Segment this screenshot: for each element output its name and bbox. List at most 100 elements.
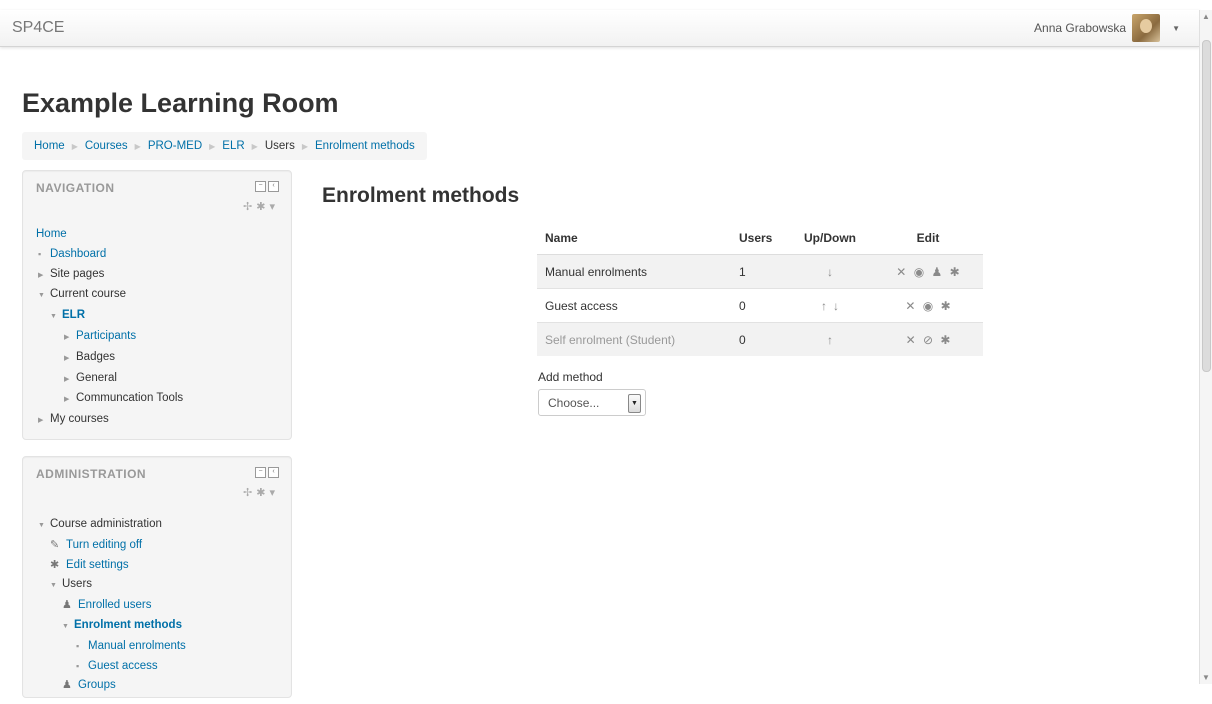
admin-item-enrolled-users[interactable]: ♟ Enrolled users — [36, 596, 291, 616]
breadcrumb-course[interactable]: ELR — [222, 140, 244, 152]
collapse-icon[interactable]: ▼ — [38, 516, 50, 536]
table-row: Guest access 0 ↑ ↓ ✕ ◉ ✱ — [537, 288, 983, 323]
expand-icon[interactable]: ▶ — [64, 370, 76, 390]
breadcrumb-enrolment-methods[interactable]: Enrolment methods — [315, 140, 415, 152]
row-users: 1 — [731, 254, 787, 289]
nav-label-badges[interactable]: Badges — [76, 351, 115, 363]
admin-item-guest-access[interactable]: ▪ Guest access — [36, 657, 291, 677]
breadcrumb-category[interactable]: PRO-MED — [148, 140, 202, 152]
gear-icon[interactable]: ✱▾ — [256, 487, 279, 499]
navigation-block-title: NAVIGATION — [36, 181, 115, 195]
admin-item-groups[interactable]: ♟ Groups — [36, 676, 291, 696]
admin-link-groups[interactable]: Groups — [78, 679, 116, 691]
scroll-up-icon[interactable]: ▲ — [1202, 12, 1210, 21]
page-scrollbar[interactable]: ▲ ▼ — [1199, 10, 1212, 684]
eye-icon[interactable]: ◉ — [923, 299, 933, 313]
user-menu[interactable]: Anna Grabowska ▼ — [1034, 14, 1180, 42]
nav-item-site-pages[interactable]: ▶ Site pages — [36, 265, 291, 286]
nav-item-current-course[interactable]: ▼ Current course — [36, 285, 291, 306]
add-method-selected-value[interactable]: Choose... — [548, 396, 599, 410]
collapse-icon[interactable]: ▼ — [50, 576, 62, 596]
breadcrumb-courses[interactable]: Courses — [85, 140, 128, 152]
row-users: 0 — [731, 288, 787, 323]
add-method-select[interactable]: Choose... ▼ — [538, 389, 646, 416]
nav-link-home[interactable]: Home — [36, 228, 67, 240]
nav-label-general[interactable]: General — [76, 372, 117, 384]
nav-item-communication-tools[interactable]: ▶ Communcation Tools — [36, 389, 291, 410]
move-down-icon[interactable]: ↓ — [827, 265, 833, 279]
gear-icon[interactable]: ✱▾ — [256, 201, 279, 213]
admin-item-turn-editing-off[interactable]: ✎ Turn editing off — [36, 536, 291, 556]
bullet-icon: ▪ — [76, 640, 80, 651]
gear-icon[interactable]: ✱ — [940, 333, 950, 347]
administration-block-title: ADMINISTRATION — [36, 467, 147, 481]
admin-item-manual-enrolments[interactable]: ▪ Manual enrolments — [36, 637, 291, 657]
admin-item-course-administration[interactable]: ▼ Course administration — [36, 515, 291, 536]
nav-link-elr[interactable]: ELR — [62, 309, 85, 321]
expand-icon[interactable]: ▶ — [64, 390, 76, 410]
nav-item-home[interactable]: Home — [36, 225, 291, 245]
admin-item-enrolment-methods[interactable]: ▼ Enrolment methods — [36, 616, 291, 637]
dock-block-icon[interactable]: ‹ — [268, 181, 279, 192]
table-header-row: Name Users Up/Down Edit — [537, 222, 983, 255]
nav-label-site-pages[interactable]: Site pages — [50, 268, 104, 280]
page-title: Example Learning Room — [22, 88, 339, 118]
nav-item-elr[interactable]: ▼ ELR — [36, 306, 291, 327]
expand-icon[interactable]: ▶ — [64, 349, 76, 369]
delete-icon[interactable]: ✕ — [896, 265, 906, 279]
admin-label-course-administration[interactable]: Course administration — [50, 518, 162, 530]
nav-item-dashboard[interactable]: ▪ Dashboard — [36, 245, 291, 265]
scroll-down-icon[interactable]: ▼ — [1202, 673, 1210, 682]
admin-link-enrolment-methods[interactable]: Enrolment methods — [74, 619, 182, 631]
eye-icon[interactable]: ◉ — [914, 265, 924, 279]
nav-label-my-courses[interactable]: My courses — [50, 413, 109, 425]
enrol-users-icon[interactable]: ♟ — [932, 265, 943, 279]
expand-icon[interactable]: ▶ — [38, 266, 50, 286]
site-brand[interactable]: SP4CE — [12, 19, 64, 37]
nav-item-my-courses[interactable]: ▶ My courses — [36, 410, 291, 431]
admin-link-guest-access[interactable]: Guest access — [88, 660, 158, 672]
nav-item-badges[interactable]: ▶ Badges — [36, 348, 291, 369]
nav-label-communication-tools[interactable]: Communcation Tools — [76, 392, 183, 404]
breadcrumb: Home ▶ Courses ▶ PRO-MED ▶ ELR ▶ Users ▶… — [22, 132, 427, 160]
collapse-block-icon[interactable]: − — [255, 181, 266, 192]
move-down-icon[interactable]: ↓ — [833, 299, 839, 313]
collapse-block-icon[interactable]: − — [255, 467, 266, 478]
admin-label-users[interactable]: Users — [62, 578, 92, 590]
gear-icon[interactable]: ✱ — [941, 299, 951, 313]
user-name[interactable]: Anna Grabowska — [1034, 21, 1126, 35]
nav-item-participants[interactable]: ▶ Participants — [36, 327, 291, 348]
admin-link-manual-enrolments[interactable]: Manual enrolments — [88, 640, 186, 652]
move-up-icon[interactable]: ↑ — [821, 299, 827, 313]
user-menu-caret-icon[interactable]: ▼ — [1172, 24, 1180, 33]
move-icon[interactable]: ✢ — [243, 487, 256, 499]
admin-link-turn-editing-off[interactable]: Turn editing off — [66, 539, 142, 551]
delete-icon[interactable]: ✕ — [905, 299, 915, 313]
admin-item-edit-settings[interactable]: ✱ Edit settings — [36, 556, 291, 576]
nav-item-general[interactable]: ▶ General — [36, 369, 291, 390]
collapse-icon[interactable]: ▼ — [62, 617, 74, 637]
dock-block-icon[interactable]: ‹ — [268, 467, 279, 478]
move-icon[interactable]: ✢ — [243, 201, 256, 213]
user-icon: ♟ — [62, 599, 72, 612]
nav-link-participants[interactable]: Participants — [76, 330, 136, 342]
admin-link-enrolled-users[interactable]: Enrolled users — [78, 599, 152, 611]
user-avatar[interactable] — [1132, 14, 1161, 42]
scroll-thumb[interactable] — [1202, 40, 1211, 372]
dropdown-arrow-icon[interactable]: ▼ — [628, 394, 641, 413]
row-name: Self enrolment (Student) — [537, 322, 731, 356]
nav-label-current-course[interactable]: Current course — [50, 288, 126, 300]
gear-icon[interactable]: ✱ — [950, 265, 960, 279]
expand-icon[interactable]: ▶ — [64, 328, 76, 348]
administration-block-header: ADMINISTRATION − ‹ ✢✱▾ — [23, 457, 291, 511]
collapse-icon[interactable]: ▼ — [50, 307, 62, 327]
admin-link-edit-settings[interactable]: Edit settings — [66, 559, 129, 571]
expand-icon[interactable]: ▶ — [38, 411, 50, 431]
eye-slash-icon[interactable]: ⊘ — [923, 333, 933, 347]
move-up-icon[interactable]: ↑ — [827, 333, 833, 347]
delete-icon[interactable]: ✕ — [906, 333, 916, 347]
admin-item-users[interactable]: ▼ Users — [36, 575, 291, 596]
nav-link-dashboard[interactable]: Dashboard — [50, 248, 106, 260]
collapse-icon[interactable]: ▼ — [38, 286, 50, 306]
breadcrumb-home[interactable]: Home — [34, 140, 65, 152]
